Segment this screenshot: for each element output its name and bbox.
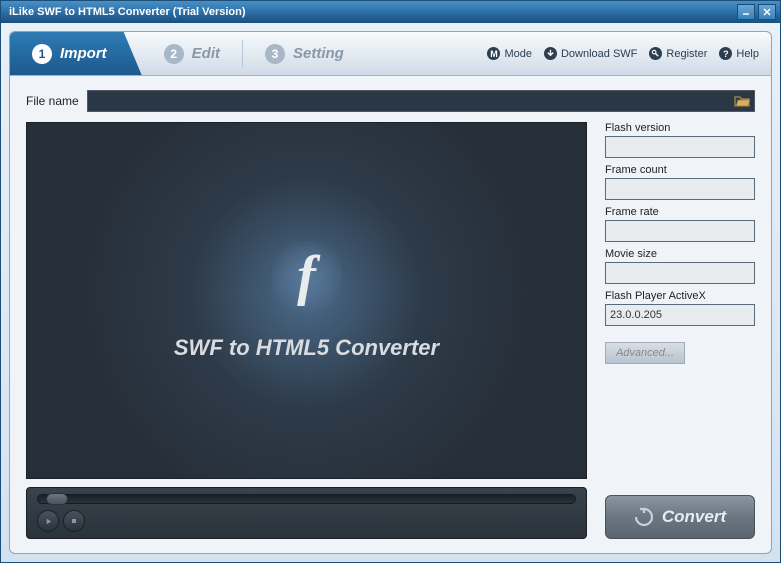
browse-icon[interactable] [734, 94, 750, 108]
convert-label: Convert [662, 507, 726, 527]
filename-input[interactable] [87, 90, 755, 112]
mode-button[interactable]: M Mode [487, 47, 532, 60]
play-button[interactable] [37, 510, 59, 532]
flash-version-label: Flash version [605, 122, 755, 134]
convert-button[interactable]: Convert [605, 495, 755, 539]
activex-label: Flash Player ActiveX [605, 290, 755, 302]
movie-size-label: Movie size [605, 248, 755, 260]
frame-count-field[interactable] [605, 178, 755, 200]
preview-title: SWF to HTML5 Converter [174, 335, 439, 361]
frame-rate-label: Frame rate [605, 206, 755, 218]
flash-version-field[interactable] [605, 136, 755, 158]
minimize-button[interactable] [737, 4, 755, 20]
download-swf-button[interactable]: Download SWF [544, 47, 637, 60]
seek-slider[interactable] [37, 494, 576, 504]
help-label: Help [736, 48, 759, 60]
tab-label: Setting [293, 45, 344, 62]
advanced-button[interactable]: Advanced... [605, 342, 685, 364]
frame-rate-field[interactable] [605, 220, 755, 242]
mode-icon: M [487, 47, 500, 60]
preview-area: f SWF to HTML5 Converter [26, 122, 587, 479]
tab-label: Edit [192, 45, 220, 62]
activex-field[interactable] [605, 304, 755, 326]
player-bar [26, 487, 587, 539]
help-icon: ? [719, 47, 732, 60]
flash-logo: f [272, 241, 342, 311]
tab-setting[interactable]: 3 Setting [243, 32, 366, 75]
register-label: Register [666, 48, 707, 60]
tab-number: 2 [164, 44, 184, 64]
window-title: iLike SWF to HTML5 Converter (Trial Vers… [5, 6, 246, 18]
stop-button[interactable] [63, 510, 85, 532]
mode-label: Mode [504, 48, 532, 60]
filename-label: File name [26, 94, 79, 108]
help-button[interactable]: ? Help [719, 47, 759, 60]
key-icon [649, 47, 662, 60]
register-button[interactable]: Register [649, 47, 707, 60]
tab-import[interactable]: 1 Import [10, 32, 142, 75]
movie-size-field[interactable] [605, 262, 755, 284]
frame-count-label: Frame count [605, 164, 755, 176]
download-icon [544, 47, 557, 60]
window-controls [737, 4, 776, 20]
close-button[interactable] [758, 4, 776, 20]
download-label: Download SWF [561, 48, 637, 60]
tab-edit[interactable]: 2 Edit [142, 32, 242, 75]
slider-thumb[interactable] [46, 493, 68, 505]
tab-label: Import [60, 45, 107, 62]
tab-bar: 1 Import 2 Edit 3 Setting M Mode [10, 32, 771, 76]
tab-number: 3 [265, 44, 285, 64]
flash-icon: f [297, 244, 316, 308]
titlebar: iLike SWF to HTML5 Converter (Trial Vers… [1, 1, 780, 23]
tab-number: 1 [32, 44, 52, 64]
convert-icon [634, 507, 654, 527]
